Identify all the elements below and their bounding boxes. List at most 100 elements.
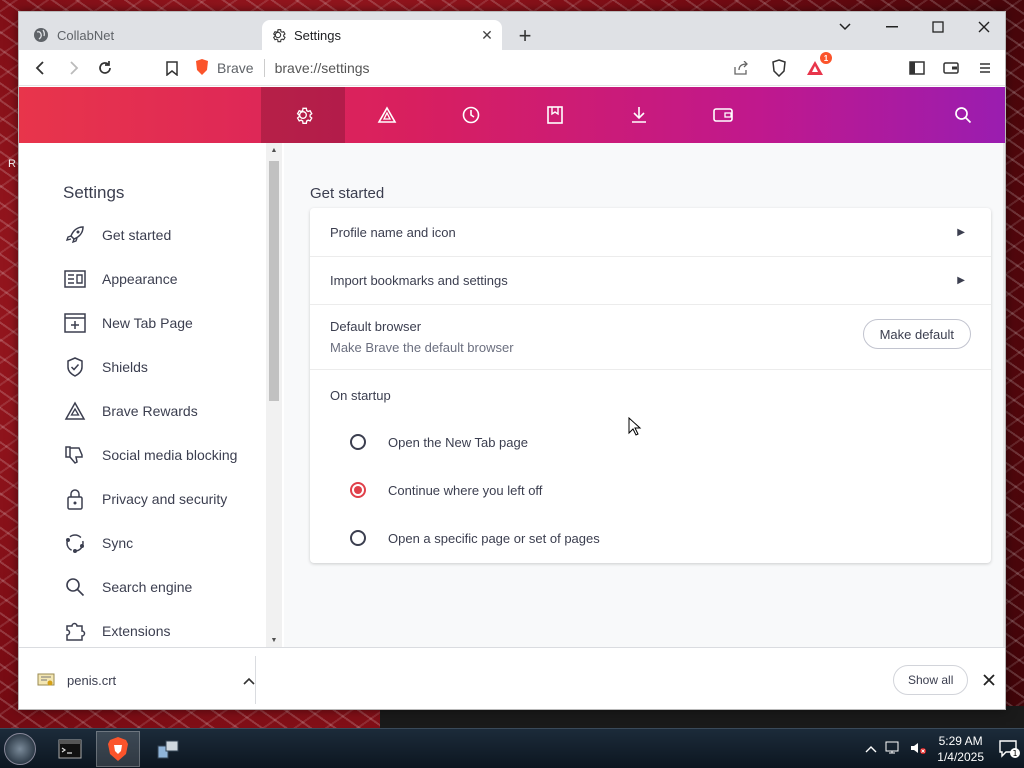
chevron-right-icon: ▶ <box>957 226 965 238</box>
radio-button[interactable] <box>350 530 366 546</box>
import-row-label: Import bookmarks and settings <box>330 273 508 288</box>
address-bar[interactable]: Brave brave://settings <box>195 53 759 83</box>
sidebar-item-label: Get started <box>102 227 172 243</box>
sidebar-toggle-icon[interactable] <box>905 56 929 80</box>
chevron-up-icon[interactable] <box>243 673 255 688</box>
wallet-icon[interactable] <box>681 87 765 143</box>
rewards-triangle-icon <box>63 399 87 423</box>
clock-date: 1/4/2025 <box>937 750 984 764</box>
bookmark-icon[interactable] <box>160 56 184 80</box>
maximize-button[interactable] <box>915 12 961 42</box>
sidebar-title: Settings <box>63 183 125 202</box>
default-browser-subtitle: Make Brave the default browser <box>330 340 514 355</box>
tab-collabnet[interactable]: CollabNet <box>25 20 263 50</box>
new-tab-button[interactable]: + <box>513 23 537 48</box>
gear-icon <box>270 27 286 43</box>
forward-button[interactable] <box>61 56 85 80</box>
new-tab-icon <box>63 311 87 335</box>
history-icon[interactable] <box>429 87 513 143</box>
default-browser-row: Default browser Make Brave the default b… <box>310 305 991 370</box>
make-default-button[interactable]: Make default <box>862 319 971 349</box>
brave-shields-button[interactable] <box>767 56 791 80</box>
windows-taskbar: 5:29 AM 1/4/2025 1 <box>0 728 1024 768</box>
back-button[interactable] <box>29 56 53 80</box>
tab-label: Settings <box>294 27 341 43</box>
omnibox-divider <box>263 59 265 77</box>
sidebar-item-shields[interactable]: Shields <box>63 355 148 379</box>
brave-rewards-button[interactable]: 1 <box>803 52 832 80</box>
sidebar-item-label: Social media blocking <box>102 447 238 463</box>
rocket-icon <box>63 223 87 247</box>
startup-option-continue[interactable]: Continue where you left off <box>350 478 542 502</box>
sidebar-item-new-tab-page[interactable]: New Tab Page <box>63 311 193 335</box>
reload-button[interactable] <box>93 56 117 80</box>
radio-button-checked[interactable] <box>350 482 366 498</box>
sidebar-item-label: Shields <box>102 359 148 375</box>
thumbs-down-icon <box>63 443 87 467</box>
network-tray-icon[interactable] <box>885 740 903 759</box>
startup-option-specific-pages[interactable]: Open a specific page or set of pages <box>350 526 600 550</box>
download-item[interactable]: penis.crt <box>37 668 255 692</box>
url-text[interactable]: brave://settings <box>275 60 370 76</box>
menu-icon[interactable] <box>973 56 997 80</box>
terminal-app-icon[interactable] <box>48 731 92 767</box>
sidebar-item-label: Brave Rewards <box>102 403 198 419</box>
brave-app-icon[interactable] <box>96 731 140 767</box>
settings-nav-gear-icon[interactable] <box>261 87 345 143</box>
sidebar-item-label: Privacy and security <box>102 491 228 507</box>
sidebar-scrollbar[interactable]: ▲ ▼ <box>266 143 282 647</box>
shield-icon <box>63 355 87 379</box>
startup-option-new-tab[interactable]: Open the New Tab page <box>350 430 528 454</box>
search-settings-icon[interactable] <box>933 87 993 143</box>
wallet-icon[interactable] <box>939 56 963 80</box>
share-icon[interactable] <box>729 56 753 80</box>
scroll-up-arrow-icon[interactable]: ▲ <box>269 145 279 155</box>
main-scrollbar[interactable] <box>1003 143 1005 647</box>
radio-button[interactable] <box>350 434 366 450</box>
sync-icon <box>63 531 87 555</box>
sidebar-item-search-engine[interactable]: Search engine <box>63 575 192 599</box>
browser-toolbar: Brave brave://settings 1 <box>19 50 1005 86</box>
profile-row[interactable]: Profile name and icon ▶ <box>310 208 991 257</box>
clock[interactable]: 5:29 AM 1/4/2025 <box>937 733 984 765</box>
default-browser-title: Default browser <box>330 319 422 334</box>
close-download-bar-icon[interactable] <box>979 670 999 690</box>
tab-settings[interactable]: Settings ✕ <box>262 20 502 50</box>
sidebar-item-appearance[interactable]: Appearance <box>63 267 178 291</box>
rewards-triangle-icon[interactable] <box>345 87 429 143</box>
notification-count: 1 <box>1012 749 1017 758</box>
lock-icon <box>63 487 87 511</box>
sidebar-item-label: Appearance <box>102 271 178 287</box>
settings-sidebar: Settings Get started Appearance New Tab … <box>19 143 284 647</box>
downloads-icon[interactable] <box>597 87 681 143</box>
scroll-down-arrow-icon[interactable]: ▼ <box>269 635 279 645</box>
tab-search-chevron-icon[interactable] <box>822 12 868 42</box>
sidebar-item-social-media-blocking[interactable]: Social media blocking <box>63 443 237 467</box>
sidebar-item-privacy-security[interactable]: Privacy and security <box>63 487 227 511</box>
chevron-right-icon: ▶ <box>957 275 965 286</box>
sidebar-item-sync[interactable]: Sync <box>63 531 133 555</box>
bookmarks-icon[interactable] <box>513 87 597 143</box>
import-row[interactable]: Import bookmarks and settings ▶ <box>310 257 991 305</box>
start-button[interactable] <box>4 733 36 765</box>
tray-chevron-up-icon[interactable] <box>865 742 877 756</box>
close-tab-icon[interactable]: ✕ <box>478 26 496 44</box>
sidebar-item-get-started[interactable]: Get started <box>63 223 171 247</box>
sidebar-item-label: Search engine <box>102 579 193 595</box>
download-file-name: penis.crt <box>67 672 117 688</box>
globe-icon <box>33 27 49 43</box>
minimize-button[interactable] <box>869 12 915 42</box>
notification-center-icon[interactable]: 1 <box>994 734 1024 764</box>
sidebar-item-label: Extensions <box>102 623 171 639</box>
sidebar-item-extensions[interactable]: Extensions <box>63 619 170 643</box>
close-window-button[interactable] <box>961 12 1005 42</box>
show-all-button[interactable]: Show all <box>893 665 969 695</box>
sidebar-scroll-thumb[interactable] <box>269 161 279 401</box>
certificate-file-icon <box>37 671 55 689</box>
radio-label: Continue where you left off <box>388 482 543 498</box>
sidebar-item-brave-rewards[interactable]: Brave Rewards <box>63 399 198 423</box>
get-started-card: Profile name and icon ▶ Import bookmarks… <box>310 208 991 563</box>
volume-muted-icon[interactable] <box>909 740 927 759</box>
on-startup-heading: On startup <box>310 370 991 420</box>
network-app-icon[interactable] <box>146 731 190 767</box>
